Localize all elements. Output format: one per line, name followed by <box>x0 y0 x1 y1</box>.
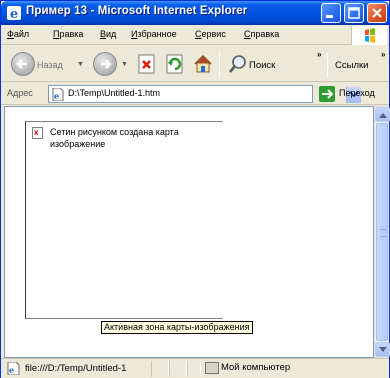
image-alt-text[interactable]: Сетин рисунком создана карта изображение <box>50 126 180 150</box>
svg-text:e: e <box>9 365 14 375</box>
address-input[interactable]: e D:\Temp\Untitled-1.htm <box>48 85 361 103</box>
ie-logo-icon: e <box>7 6 21 21</box>
links-label[interactable]: Ссылки <box>335 60 368 71</box>
forward-dropdown-icon[interactable]: ▼ <box>121 61 128 68</box>
page-viewport: x Сетин рисунком создана карта изображен… <box>4 106 374 358</box>
title-bar[interactable]: e Пример 13 - Microsoft Internet Explore… <box>1 1 389 25</box>
menu-edit[interactable]: Правка <box>53 29 83 39</box>
page-status-icon: e <box>7 362 20 375</box>
maximize-button[interactable] <box>344 3 364 23</box>
windows-flag-icon <box>365 28 375 43</box>
minimize-icon <box>326 15 333 18</box>
scroll-up-button[interactable] <box>375 107 390 122</box>
page-icon: e <box>52 88 64 101</box>
close-icon <box>372 8 382 18</box>
back-button[interactable] <box>11 52 35 76</box>
arrow-up-icon <box>379 113 387 118</box>
links-chevron-icon[interactable]: » <box>381 50 385 59</box>
windows-logo <box>351 26 387 45</box>
svg-text:e: e <box>54 91 59 101</box>
status-cell <box>187 361 201 377</box>
svg-text:e: e <box>10 7 18 21</box>
back-label[interactable]: Назад <box>37 60 63 70</box>
vertical-scrollbar[interactable] <box>374 106 390 358</box>
tooltip: Активная зона карты-изображения <box>101 321 253 334</box>
standard-toolbar: Назад ▼ ▼ Поиск » Ссылки » <box>1 46 389 82</box>
go-arrow-icon <box>319 86 335 102</box>
scroll-grip <box>380 229 386 237</box>
computer-icon <box>205 362 219 374</box>
security-zone: Мой компьютер <box>221 362 291 373</box>
toolbar-chevron-icon[interactable]: » <box>317 50 321 59</box>
refresh-icon[interactable] <box>164 53 186 75</box>
arrow-down-icon <box>379 347 387 352</box>
home-icon[interactable] <box>192 53 214 75</box>
back-arrow-icon <box>16 59 27 69</box>
forward-arrow-icon <box>101 59 112 69</box>
minimize-button[interactable] <box>321 3 341 23</box>
scroll-thumb[interactable] <box>376 123 388 341</box>
maximize-icon <box>348 7 360 19</box>
menu-favorites[interactable]: Избранное <box>131 29 177 39</box>
close-button[interactable] <box>367 3 387 23</box>
back-dropdown-icon[interactable]: ▼ <box>77 61 84 68</box>
scroll-down-button[interactable] <box>375 342 390 357</box>
window-title: Пример 13 - Microsoft Internet Explorer <box>26 5 248 17</box>
menu-file[interactable]: Файл <box>7 29 29 39</box>
menu-view[interactable]: Вид <box>100 29 116 39</box>
address-value[interactable]: D:\Temp\Untitled-1.htm <box>68 88 160 98</box>
forward-button[interactable] <box>93 52 117 76</box>
browser-window: e Пример 13 - Microsoft Internet Explore… <box>0 0 390 378</box>
broken-image-icon: x <box>32 127 43 139</box>
status-url: file:///D:/Temp/Untitled-1 <box>25 363 127 374</box>
links-separator <box>327 52 328 78</box>
search-icon[interactable] <box>227 53 249 75</box>
menu-bar: Файл Правка Вид Избранное Сервис Справка <box>1 25 389 45</box>
status-cell <box>169 361 187 377</box>
status-cell <box>151 361 169 377</box>
menu-tools[interactable]: Сервис <box>195 29 226 39</box>
toolbar-separator <box>219 52 220 78</box>
search-label[interactable]: Поиск <box>249 60 275 71</box>
status-bar: e file:///D:/Temp/Untitled-1 Мой компьют… <box>1 358 389 378</box>
address-bar: Адрес e D:\Temp\Untitled-1.htm Переход <box>1 83 389 105</box>
address-label: Адрес <box>7 88 33 98</box>
image-frame <box>25 121 223 319</box>
menu-help[interactable]: Справка <box>244 29 279 39</box>
stop-icon[interactable] <box>136 53 158 75</box>
go-label[interactable]: Переход <box>339 88 375 98</box>
go-button[interactable]: Переход <box>319 85 389 103</box>
